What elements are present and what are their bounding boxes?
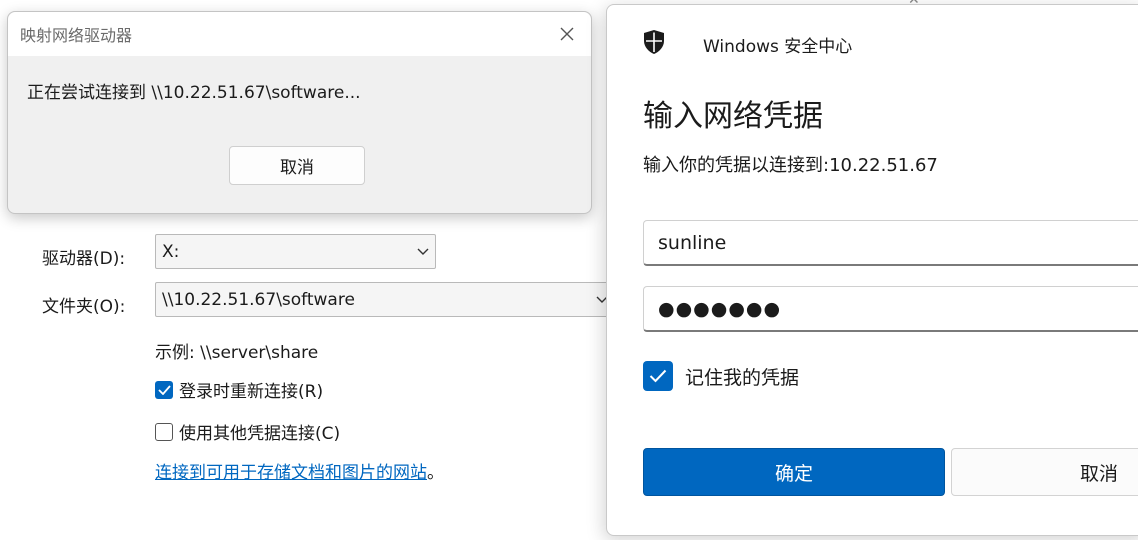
app-title: Windows 安全中心 — [703, 37, 853, 57]
progress-title: 映射网络驱动器 — [20, 26, 133, 45]
progress-message: 正在尝试连接到 \\10.22.51.67\software... — [27, 83, 361, 103]
folder-label: 文件夹(O): — [42, 297, 126, 317]
link-suffix: 。 — [427, 463, 444, 483]
folder-combo-value: \\10.22.51.67\software — [162, 289, 355, 310]
drive-select-value: X: — [162, 241, 180, 262]
other-credentials-checkbox-row[interactable]: 使用其他凭据连接(C) — [155, 419, 340, 444]
shield-icon — [643, 29, 665, 59]
close-button[interactable] — [555, 22, 579, 46]
dialog-heading: 输入网络凭据 — [643, 99, 823, 134]
remember-credentials-checkbox[interactable] — [643, 361, 673, 391]
progress-titlebar: 映射网络驱动器 — [8, 12, 591, 56]
ok-button[interactable]: 确定 — [643, 448, 945, 496]
username-field[interactable]: sunline — [643, 220, 1138, 266]
connecting-progress-dialog: 映射网络驱动器 正在尝试连接到 \\10.22.51.67\software..… — [7, 11, 592, 214]
username-value: sunline — [658, 231, 727, 254]
password-value: ●●●●●●● — [658, 297, 782, 320]
website-link[interactable]: 连接到可用于存储文档和图片的网站 — [155, 463, 427, 483]
drive-label: 驱动器(D): — [42, 249, 126, 269]
dialog-subtitle: 输入你的凭据以连接到:10.22.51.67 — [643, 155, 938, 176]
close-icon — [560, 27, 574, 41]
website-link-row: 连接到可用于存储文档和图片的网站。 — [155, 458, 444, 483]
example-text: 示例: \\server\share — [155, 343, 319, 363]
remember-credentials-label: 记住我的凭据 — [685, 366, 800, 389]
windows-security-dialog: Windows 安全中心 输入网络凭据 输入你的凭据以连接到:10.22.51.… — [606, 4, 1138, 536]
reconnect-checkbox-row[interactable]: 登录时重新连接(R) — [155, 377, 323, 402]
remember-credentials-row[interactable]: 记住我的凭据 — [643, 361, 799, 391]
progress-cancel-button[interactable]: 取消 — [229, 146, 365, 185]
reconnect-label: 登录时重新连接(R) — [179, 382, 324, 402]
password-field[interactable]: ●●●●●●● — [643, 286, 1138, 332]
other-credentials-label: 使用其他凭据连接(C) — [179, 424, 341, 444]
folder-combo[interactable]: \\10.22.51.67\software — [155, 282, 615, 317]
checkmark-icon — [649, 369, 667, 383]
checkmark-icon — [157, 384, 171, 395]
reconnect-checkbox[interactable] — [155, 380, 173, 399]
drive-select[interactable]: X: — [155, 234, 436, 269]
other-credentials-checkbox[interactable] — [155, 422, 173, 441]
chevron-down-icon — [411, 235, 435, 268]
cancel-button[interactable]: 取消 — [951, 448, 1138, 496]
